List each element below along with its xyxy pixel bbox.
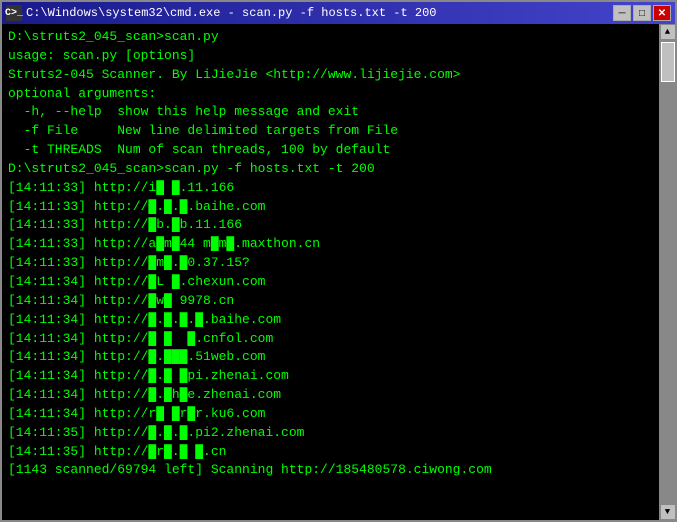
terminal-line: -h, --help show this help message and ex… [8, 103, 653, 122]
scroll-track[interactable] [660, 40, 676, 504]
cmd-window: C>_ C:\Windows\system32\cmd.exe - scan.p… [0, 0, 677, 522]
title-bar: C>_ C:\Windows\system32\cmd.exe - scan.p… [2, 2, 675, 24]
window-title: C:\Windows\system32\cmd.exe - scan.py -f… [26, 6, 436, 20]
terminal-line: [14:11:34] http://█.███.51web.com [8, 348, 653, 367]
terminal-line: [14:11:33] http://a█m█44 m█m█.maxthon.cn [8, 235, 653, 254]
cmd-icon: C>_ [6, 5, 22, 21]
terminal-output[interactable]: D:\struts2_045_scan>scan.pyusage: scan.p… [2, 24, 659, 520]
terminal-line: [14:11:35] http://█r█.█ █.cn [8, 443, 653, 462]
terminal-line: [14:11:34] http://█ █ █.cnfol.com [8, 330, 653, 349]
scroll-up-button[interactable]: ▲ [660, 24, 676, 40]
terminal-line: [14:11:33] http://█b.█b.11.166 [8, 216, 653, 235]
terminal-line: [14:11:33] http://█m█.█0.37.15? [8, 254, 653, 273]
terminal-line: [14:11:33] http://i█ █.11.166 [8, 179, 653, 198]
terminal-line: [1143 scanned/69794 left] Scanning http:… [8, 461, 653, 480]
terminal-line: [14:11:34] http://█w█ 9978.cn [8, 292, 653, 311]
title-bar-left: C>_ C:\Windows\system32\cmd.exe - scan.p… [6, 5, 436, 21]
terminal-line: D:\struts2_045_scan>scan.py [8, 28, 653, 47]
maximize-button[interactable]: □ [633, 5, 651, 21]
terminal-line: [14:11:34] http://█L █.chexun.com [8, 273, 653, 292]
close-button[interactable]: ✕ [653, 5, 671, 21]
window-body: D:\struts2_045_scan>scan.pyusage: scan.p… [2, 24, 675, 520]
scrollbar[interactable]: ▲ ▼ [659, 24, 675, 520]
terminal-line: [14:11:34] http://█.█h█e.zhenai.com [8, 386, 653, 405]
scroll-down-button[interactable]: ▼ [660, 504, 676, 520]
scroll-thumb[interactable] [661, 42, 675, 82]
terminal-line: usage: scan.py [options] [8, 47, 653, 66]
terminal-line: -t THREADS Num of scan threads, 100 by d… [8, 141, 653, 160]
terminal-line: optional arguments: [8, 85, 653, 104]
terminal-line: [14:11:34] http://█.█.█.█.baihe.com [8, 311, 653, 330]
terminal-line: [14:11:33] http://█.█.█.baihe.com [8, 198, 653, 217]
terminal-line: [14:11:34] http://█.█ █pi.zhenai.com [8, 367, 653, 386]
terminal-line: D:\struts2_045_scan>scan.py -f hosts.txt… [8, 160, 653, 179]
title-buttons: ─ □ ✕ [613, 5, 671, 21]
terminal-line: Struts2-045 Scanner. By LiJieJie <http:/… [8, 66, 653, 85]
terminal-line: [14:11:34] http://r█ █r█r.ku6.com [8, 405, 653, 424]
terminal-line: [14:11:35] http://█.█.█.pi2.zhenai.com [8, 424, 653, 443]
minimize-button[interactable]: ─ [613, 5, 631, 21]
terminal-line: -f File New line delimited targets from … [8, 122, 653, 141]
